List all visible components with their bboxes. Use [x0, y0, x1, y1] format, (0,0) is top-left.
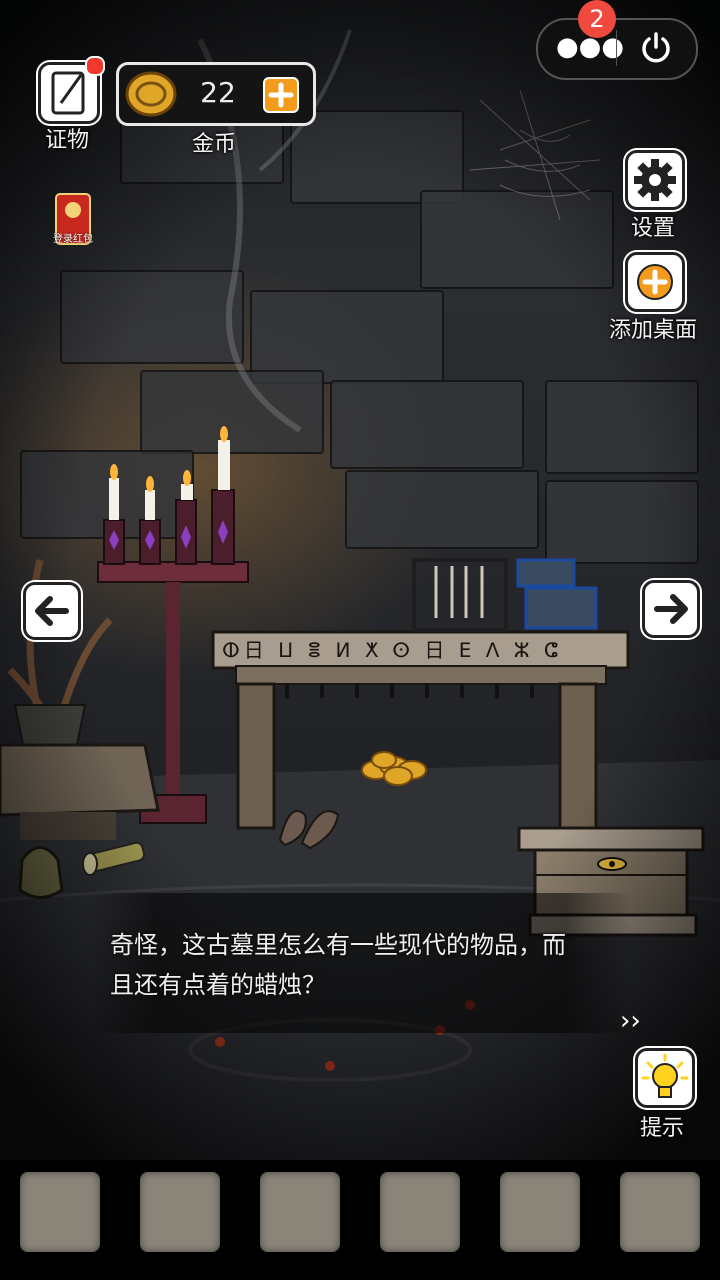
more-icon[interactable]: ●●●	[556, 34, 624, 60]
inventory-slot[interactable]	[500, 1172, 580, 1252]
game-scene: ⵀ日 ⵡ ⴻ ⵍ ⵅ ⵙ 日 ⴹ ⴷ ⵣ ⵛ	[0, 0, 720, 1280]
inventory-slot[interactable]	[20, 1172, 100, 1252]
inventory-slot[interactable]	[140, 1172, 220, 1252]
arrow-right-icon	[654, 594, 688, 624]
coins-label: 金币	[191, 132, 236, 157]
add-coins-button[interactable]	[263, 77, 299, 113]
inventory-slot[interactable]	[260, 1172, 340, 1252]
inventory-slot[interactable]	[380, 1172, 460, 1252]
settings-label: 设置	[630, 216, 675, 241]
evidence-alert-dot	[85, 56, 105, 76]
gear-icon	[634, 159, 676, 201]
coin-value: 22	[200, 76, 236, 109]
dialog-next-icon[interactable]: ››	[620, 1006, 650, 1036]
add-desktop-button[interactable]	[625, 252, 685, 312]
capsule-divider	[616, 30, 617, 66]
login-redpacket-label: 登录红包	[53, 234, 93, 245]
right-arrow-button[interactable]	[642, 580, 700, 638]
coin-counter: 22	[116, 62, 316, 126]
login-redpacket-button[interactable]: 登录红包	[50, 192, 96, 246]
inventory-slot[interactable]	[620, 1172, 700, 1252]
cobweb-top-right	[469, 89, 601, 221]
evidence-label: 证物	[44, 128, 89, 153]
table-hooks	[285, 684, 534, 698]
gold-coin-icon	[125, 71, 177, 117]
plus-icon	[268, 82, 294, 108]
mini-program-capsule: ●●●	[536, 18, 698, 80]
hint-button[interactable]	[635, 1048, 695, 1108]
dialog-text: 奇怪，这古墓里怎么有一些现代的物品，而且还有点着的蜡烛？	[110, 931, 566, 999]
power-icon[interactable]	[638, 30, 674, 66]
settings-button[interactable]	[625, 150, 685, 210]
arrow-left-icon	[35, 596, 69, 626]
plus-circle-icon	[637, 264, 673, 300]
lightbulb-icon	[641, 1053, 689, 1098]
glyph-strip[interactable]: ⵀ日 ⵡ ⴻ ⵍ ⵅ ⵙ 日 ⴹ ⴷ ⵣ ⵛ	[222, 635, 622, 665]
hint-label: 提示	[639, 1116, 684, 1141]
add-desktop-label: 添加桌面	[608, 318, 697, 343]
notification-badge: 2	[578, 0, 616, 38]
left-arrow-button[interactable]	[23, 582, 81, 640]
